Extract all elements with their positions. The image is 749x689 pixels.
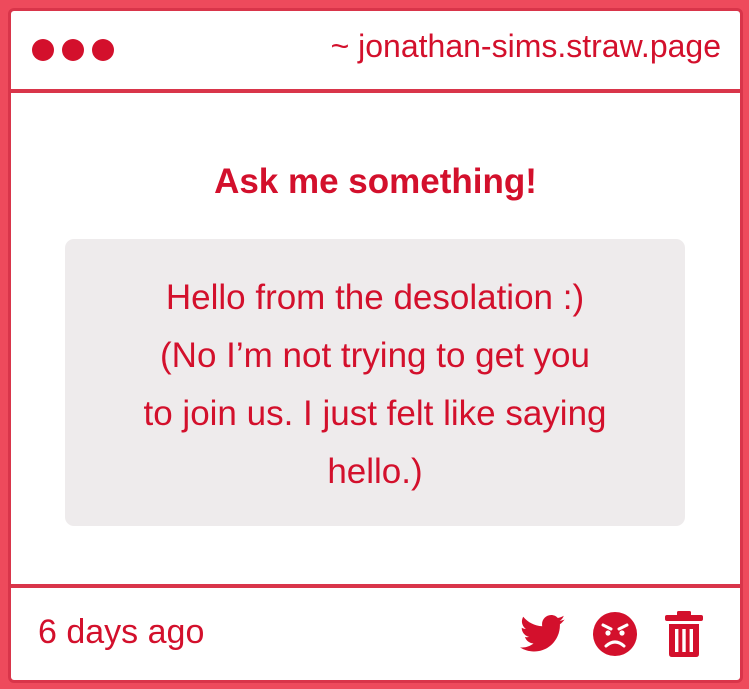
window-dot: [92, 39, 114, 61]
question-line: Hello from the desolation :): [165, 278, 585, 317]
trash-icon[interactable]: [664, 610, 704, 658]
question-line: hello.): [327, 452, 423, 491]
window-dot: [62, 39, 84, 61]
action-bar: [520, 610, 704, 658]
twitter-icon[interactable]: [520, 615, 566, 653]
window-dot: [32, 39, 54, 61]
timestamp: 6 days ago: [38, 613, 205, 651]
window-dots: [32, 39, 114, 61]
angry-face-icon[interactable]: [592, 611, 638, 657]
page-url[interactable]: ~ jonathan-sims.straw.page: [331, 26, 721, 66]
question-card: ~ jonathan-sims.straw.page Ask me someth…: [8, 8, 743, 683]
question-line: (No I’m not trying to get you: [160, 336, 590, 375]
card-footer: 6 days ago: [11, 584, 740, 680]
page-title: Ask me something!: [214, 162, 537, 201]
question-line: to join us. I just felt like saying: [143, 394, 607, 433]
window-titlebar: ~ jonathan-sims.straw.page: [11, 11, 740, 93]
card-content: Ask me something! Hello from the desolat…: [11, 93, 740, 583]
question-text: Hello from the desolation :) (No I’m not…: [65, 239, 685, 526]
